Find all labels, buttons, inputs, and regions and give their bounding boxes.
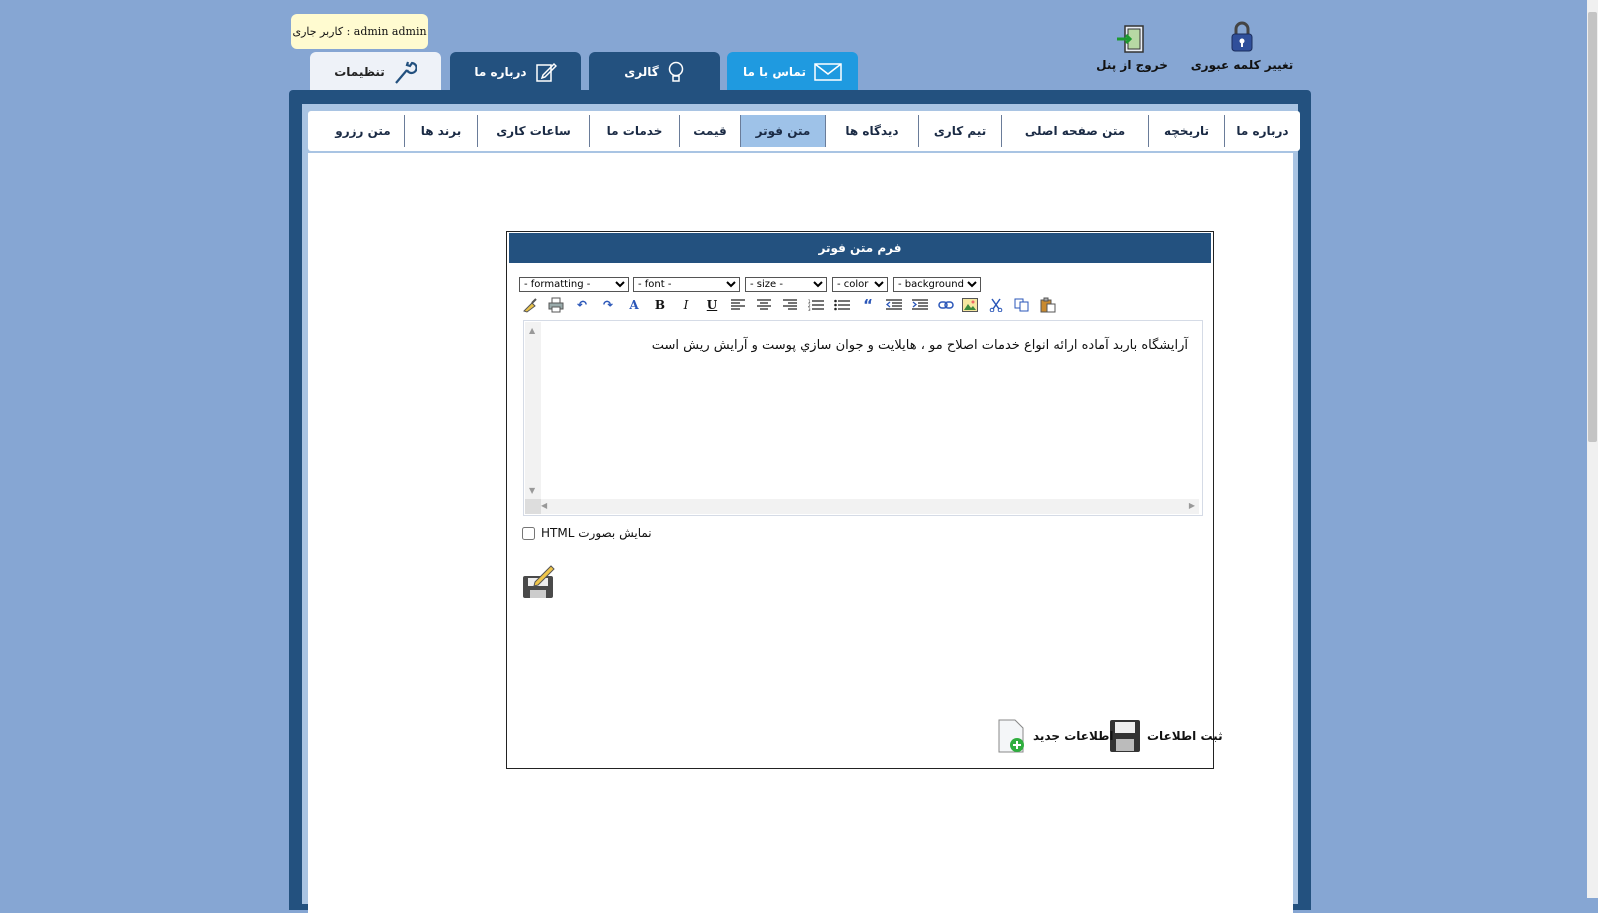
subtab-label: قیمت <box>693 124 727 138</box>
background-select[interactable]: - background - <box>893 277 981 292</box>
subtab-services[interactable]: خدمات ما <box>589 115 679 147</box>
underline-icon[interactable]: U <box>703 296 721 314</box>
new-record-button[interactable]: اطلاعات جدید <box>997 718 1113 754</box>
subtab-label: متن صفحه اصلی <box>1024 124 1126 138</box>
subtab-label: خدمات ما <box>606 124 663 138</box>
bold-icon[interactable]: B <box>651 296 669 314</box>
subtab-footer-text[interactable]: متن فوتر <box>740 115 825 147</box>
subtab-label: دیدگاه ها <box>845 124 899 138</box>
tab-contact-us[interactable]: تماس با ما <box>727 52 858 92</box>
align-left-icon[interactable] <box>729 296 747 314</box>
editor-vertical-scrollbar[interactable]: ▲ ▼ <box>525 322 541 499</box>
svg-text:3: 3 <box>808 307 811 311</box>
copy-icon[interactable] <box>1013 296 1031 314</box>
subtab-label: برند ها <box>420 124 462 138</box>
form-title-label: فرم متن فوتر <box>818 241 902 255</box>
spellcheck-icon[interactable]: A <box>625 296 643 314</box>
tab-settings-label: تنظیمات <box>334 65 385 79</box>
change-password-button[interactable]: تغییر کلمه عبوری <box>1186 20 1298 72</box>
html-view-toggle[interactable]: نمایش بصورت HTML <box>522 524 652 542</box>
subtab-label: متن فوتر <box>755 124 811 138</box>
tab-gallery-label: گالری <box>624 65 659 79</box>
current-user-note: admin admin : کاربر جاری <box>291 14 428 49</box>
cut-icon[interactable] <box>987 296 1005 314</box>
scroll-right-icon[interactable]: ▶ <box>1189 501 1195 510</box>
indent-icon[interactable] <box>911 296 929 314</box>
font-select[interactable]: - font - <box>633 277 740 292</box>
subtab-label: درباره ما <box>1236 124 1289 138</box>
align-center-icon[interactable] <box>755 296 773 314</box>
scroll-left-icon[interactable]: ◀ <box>541 501 547 510</box>
tab-about-us-label: درباره ما <box>474 65 527 79</box>
subtab-working-hours[interactable]: ساعات کاری <box>477 115 589 147</box>
link-icon[interactable] <box>937 296 955 314</box>
sub-tab-bar: درباره ما تاریخچه متن صفحه اصلی تیم کاری… <box>308 111 1300 151</box>
subtab-reservation-text[interactable]: متن رزرو <box>322 115 404 147</box>
new-record-label: اطلاعات جدید <box>1033 729 1114 743</box>
add-document-icon <box>998 719 1024 753</box>
tab-gallery[interactable]: گالری <box>589 52 720 92</box>
clean-icon[interactable] <box>521 296 539 314</box>
subtab-team[interactable]: تیم کاری <box>918 115 1001 147</box>
floppy-disk-icon <box>1110 720 1140 752</box>
subtab-home-text[interactable]: متن صفحه اصلی <box>1001 115 1148 147</box>
subtab-label: ساعات کاری <box>496 124 571 138</box>
subtab-reviews[interactable]: دیدگاه ها <box>825 115 918 147</box>
page-scrollbar-thumb[interactable] <box>1588 12 1597 442</box>
italic-icon[interactable]: I <box>677 296 695 314</box>
size-select[interactable]: - size - <box>745 277 827 292</box>
exit-door-icon <box>1117 25 1144 53</box>
subtab-brands[interactable]: برند ها <box>404 115 477 147</box>
subtab-label: تاریخچه <box>1164 124 1209 138</box>
editor-content[interactable]: آرایشگاه باربد آماده ارائه انواع خدمات ا… <box>560 338 1188 353</box>
quote-icon[interactable]: “ <box>859 296 877 314</box>
subtab-about-us[interactable]: درباره ما <box>1224 115 1300 147</box>
scroll-corner <box>525 499 541 514</box>
subtab-price[interactable]: قیمت <box>679 115 740 147</box>
scroll-up-icon[interactable]: ▲ <box>529 326 535 335</box>
change-password-label: تغییر کلمه عبوری <box>1190 58 1294 72</box>
padlock-icon <box>1231 21 1253 52</box>
scroll-down-icon[interactable]: ▼ <box>529 486 535 495</box>
envelope-icon <box>814 63 842 81</box>
tab-about-us[interactable]: درباره ما <box>450 52 581 92</box>
edit-note-icon <box>535 62 557 82</box>
wrench-icon <box>394 61 417 84</box>
tab-contact-us-label: تماس با ما <box>743 65 806 79</box>
html-view-checkbox[interactable] <box>522 526 535 540</box>
undo-icon[interactable]: ↶ <box>573 296 591 314</box>
formatting-select[interactable]: - formatting - <box>519 277 629 292</box>
save-label: ثبت اطلاعات <box>1147 729 1223 743</box>
save-button[interactable]: ثبت اطلاعات <box>1109 718 1223 754</box>
print-icon[interactable] <box>547 296 565 314</box>
paste-icon[interactable] <box>1039 296 1057 314</box>
unordered-list-icon[interactable] <box>833 296 851 314</box>
color-select[interactable]: - color - <box>832 277 888 292</box>
quick-save-icon[interactable] <box>521 562 557 600</box>
form-title: فرم متن فوتر <box>509 233 1211 263</box>
align-right-icon[interactable] <box>781 296 799 314</box>
redo-icon[interactable]: ↷ <box>599 296 617 314</box>
image-icon[interactable] <box>961 296 979 314</box>
editor-horizontal-scrollbar[interactable]: ◀ ▶ <box>525 499 1199 514</box>
lightbulb-icon <box>668 61 683 82</box>
logout-button[interactable]: خروج از پنل <box>1092 24 1172 72</box>
subtab-history[interactable]: تاریخچه <box>1148 115 1224 147</box>
subtab-label: تیم کاری <box>933 124 987 138</box>
subtab-label: متن رزرو <box>335 124 391 138</box>
html-view-label: نمایش بصورت HTML <box>541 526 652 540</box>
current-user-label: admin admin : کاربر جاری <box>292 25 427 38</box>
outdent-icon[interactable] <box>885 296 903 314</box>
tab-settings[interactable]: تنظیمات <box>310 52 441 92</box>
ordered-list-icon[interactable]: 123 <box>807 296 825 314</box>
logout-label: خروج از پنل <box>1096 58 1168 72</box>
